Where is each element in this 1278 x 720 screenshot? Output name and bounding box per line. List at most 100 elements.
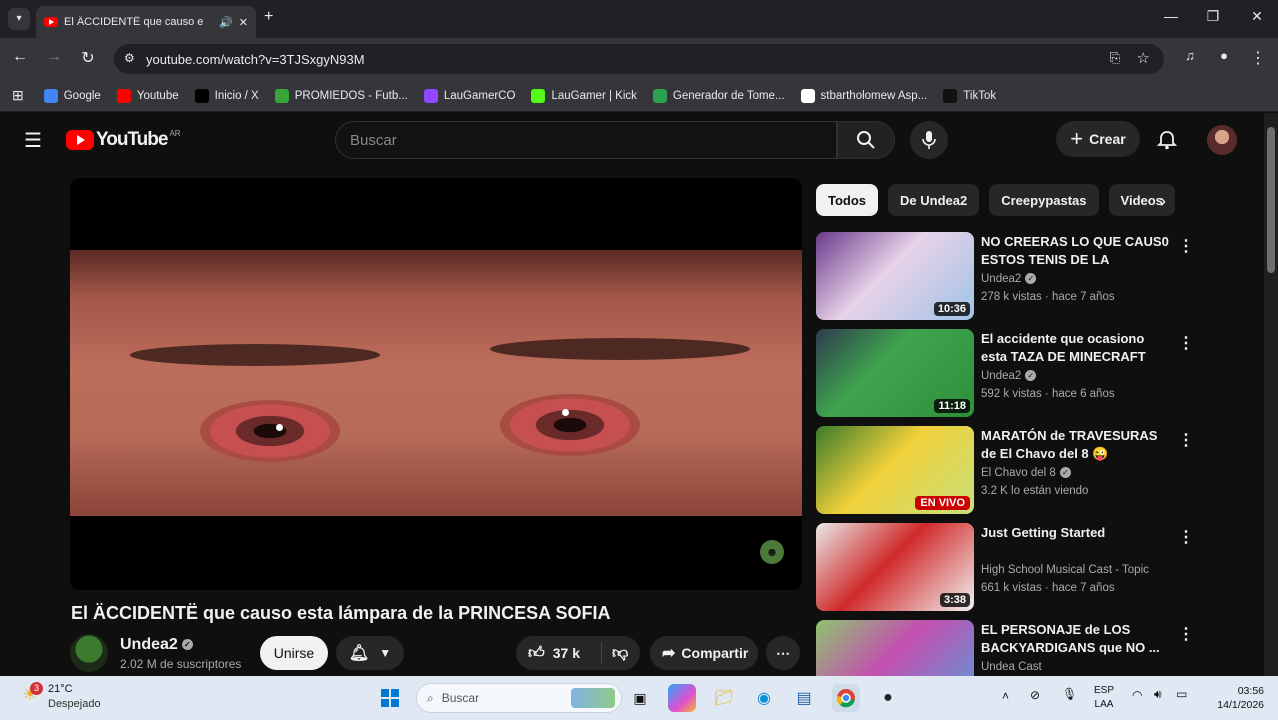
- task-view-icon[interactable]: ▣: [626, 684, 654, 712]
- recommended-channel[interactable]: Undea2 ✓: [981, 370, 1037, 382]
- store-icon[interactable]: ▤: [790, 684, 818, 712]
- browser-tab-active[interactable]: El ÄCCIDENTË que causo e 🔊 ✕: [36, 6, 256, 38]
- edge-browser-icon[interactable]: ◉: [750, 684, 778, 712]
- recommended-title[interactable]: MARATÓN de TRAVESURAS de El Chavo del 8 …: [981, 427, 1171, 463]
- join-button[interactable]: Unirse: [260, 636, 328, 670]
- recommended-video[interactable]: 10:36 NO CREERAS LO QUE CAUS0 ESTOS TENIS…: [816, 232, 1256, 322]
- clock[interactable]: 03:56 14/1/2026: [1204, 684, 1264, 712]
- recommended-video[interactable]: EN VIVO MARATÓN de TRAVESURAS de El Chavo…: [816, 426, 1256, 516]
- related-filter-chips: Todos De Undea2 Creepypastas Videos: [816, 184, 1185, 216]
- channel-name[interactable]: Undea2 ✓: [120, 636, 193, 654]
- recommended-channel[interactable]: Undea2 ✓: [981, 273, 1037, 285]
- video-thumbnail[interactable]: 3:38: [816, 523, 974, 611]
- recommended-title[interactable]: EL PERSONAJE de LOS BACKYARDIGANS que NO…: [981, 621, 1171, 657]
- video-thumbnail[interactable]: 11:18: [816, 329, 974, 417]
- chrome-icon[interactable]: [832, 684, 860, 712]
- install-app-icon[interactable]: ⎘: [1110, 50, 1120, 66]
- account-avatar[interactable]: [1207, 125, 1237, 155]
- bookmark-star-icon[interactable]: ☆: [1137, 49, 1150, 67]
- thumbs-up-icon: 👍︎: [528, 644, 545, 662]
- browser-menu-icon[interactable]: ⋮: [1246, 48, 1270, 68]
- recommended-channel[interactable]: High School Musical Cast - Topic: [981, 564, 1149, 576]
- battery-icon[interactable]: ▭: [1176, 687, 1187, 701]
- start-windows-icon[interactable]: [376, 684, 404, 712]
- tab-close-icon[interactable]: ✕: [239, 16, 248, 29]
- back-button[interactable]: ←: [8, 48, 32, 66]
- guide-menu-icon[interactable]: ☰: [24, 128, 42, 153]
- recommended-video[interactable]: 11:18 El accidente que ocasiono esta TAZA…: [816, 329, 1256, 419]
- forward-button[interactable]: →: [42, 48, 66, 66]
- recommended-title[interactable]: NO CREERAS LO QUE CAUS0 ESTOS TENIS DE L…: [981, 233, 1171, 271]
- scrollbar-thumb[interactable]: [1267, 127, 1275, 273]
- url-bar[interactable]: ⚙ youtube.com/watch?v=3TJSxgyN93M ⎘ ☆: [114, 44, 1164, 74]
- weather-widget[interactable]: ☀ 3 21°C Despejado: [22, 682, 112, 714]
- more-options-icon[interactable]: ⋮: [1178, 527, 1194, 547]
- volume-icon[interactable]: 🔊︎: [1154, 687, 1162, 702]
- copilot-icon[interactable]: [668, 684, 696, 712]
- share-button[interactable]: ➦ Compartir: [650, 636, 758, 670]
- video-player[interactable]: ☻: [70, 178, 802, 590]
- video-thumbnail[interactable]: 10:36: [816, 232, 974, 320]
- wifi-icon[interactable]: ◠: [1132, 688, 1142, 702]
- tab-search-button[interactable]: ▾: [8, 8, 30, 30]
- media-control-icon[interactable]: ♫: [1178, 48, 1202, 63]
- filter-chip[interactable]: De Undea2: [888, 184, 980, 216]
- video-thumbnail[interactable]: EN VIVO: [816, 426, 974, 514]
- reload-button[interactable]: ↻: [76, 48, 100, 68]
- recommended-channel[interactable]: El Chavo del 8 ✓: [981, 467, 1071, 479]
- more-options-icon[interactable]: ⋮: [1178, 333, 1194, 353]
- tray-mic-icon[interactable]: 🎙︎: [1062, 687, 1077, 701]
- file-explorer-icon[interactable]: 📁︎: [710, 684, 738, 712]
- bookmark-item[interactable]: LauGamerCO: [423, 88, 515, 103]
- apps-grid-icon[interactable]: ⊞: [12, 87, 24, 104]
- taskbar-search-box[interactable]: ⌕ Buscar: [416, 683, 622, 713]
- speaker-icon[interactable]: 🔊: [219, 16, 233, 29]
- maximize-button[interactable]: ❐: [1198, 8, 1228, 25]
- bookmark-item[interactable]: TikTok: [943, 88, 996, 103]
- subscription-bell-button[interactable]: 🔔︎ ▼: [336, 636, 404, 670]
- more-options-icon[interactable]: ⋮: [1178, 236, 1194, 256]
- channel-watermark-icon[interactable]: ☻: [760, 540, 784, 564]
- subscriber-count: 2.02 M de suscriptores: [120, 657, 242, 671]
- filter-chip[interactable]: Creepypastas: [989, 184, 1099, 216]
- youtube-logo[interactable]: YouTube AR: [66, 129, 181, 151]
- more-options-icon[interactable]: ⋮: [1178, 430, 1194, 450]
- bookmark-item[interactable]: PROMIEDOS - Futb...: [274, 88, 408, 103]
- search-button[interactable]: [837, 121, 895, 159]
- site-info-icon[interactable]: ⚙: [124, 51, 135, 65]
- language-indicator[interactable]: ESP LAA: [1094, 684, 1114, 712]
- recommended-video[interactable]: EL PERSONAJE de LOS BACKYARDIGANS que NO…: [816, 620, 1256, 676]
- page-scrollbar[interactable]: [1264, 113, 1278, 676]
- recommended-video[interactable]: 3:38 Just Getting Started High School Musi…: [816, 523, 1256, 613]
- app-icon-dark[interactable]: ●: [874, 684, 902, 712]
- channel-avatar[interactable]: [70, 634, 108, 672]
- create-button[interactable]: + Crear: [1056, 121, 1140, 157]
- duration-badge: 3:38: [939, 593, 970, 607]
- close-window-button[interactable]: ✕: [1242, 8, 1272, 25]
- like-button[interactable]: 👍︎ 37 k: [516, 642, 602, 664]
- recommended-title[interactable]: El accidente que ocasiono esta TAZA DE M…: [981, 330, 1171, 368]
- bookmark-item[interactable]: stbartholomew Asp...: [800, 88, 927, 103]
- tray-chevron-icon[interactable]: ˄: [1002, 689, 1009, 703]
- eye-right: [500, 394, 640, 456]
- bookmark-item[interactable]: LauGamer | Kick: [531, 88, 637, 103]
- bookmark-item[interactable]: Generador de Tome...: [652, 88, 785, 103]
- notifications-bell-icon[interactable]: [1156, 129, 1178, 151]
- chevron-right-icon[interactable]: ›: [1160, 191, 1166, 212]
- new-tab-button[interactable]: +: [264, 8, 273, 26]
- recommended-channel[interactable]: Undea Cast: [981, 661, 1042, 673]
- search-input[interactable]: Buscar: [335, 121, 837, 159]
- minimize-button[interactable]: —: [1156, 8, 1186, 24]
- filter-chip[interactable]: Todos: [816, 184, 879, 216]
- tray-app-icon[interactable]: ⊘: [1030, 688, 1040, 702]
- voice-search-button[interactable]: [910, 121, 948, 159]
- recommended-title[interactable]: Just Getting Started: [981, 524, 1171, 542]
- bookmark-item[interactable]: Youtube: [116, 88, 179, 103]
- bookmark-item[interactable]: Inicio / X: [194, 88, 259, 103]
- thumbs-down-icon[interactable]: 👎︎: [612, 644, 628, 663]
- more-options-icon[interactable]: ⋮: [1178, 624, 1194, 644]
- video-thumbnail[interactable]: [816, 620, 974, 676]
- profile-icon[interactable]: ●: [1212, 48, 1236, 63]
- more-actions-button[interactable]: ⋯: [766, 636, 800, 670]
- bookmark-item[interactable]: Google: [43, 88, 101, 103]
